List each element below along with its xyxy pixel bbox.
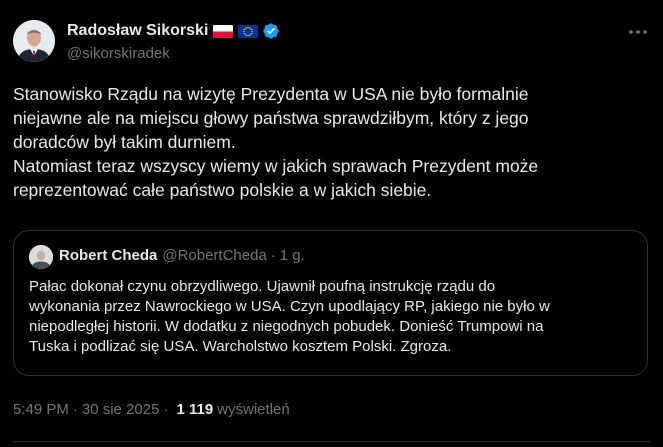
tweet-meta: 5:49 PM · 30 sie 2025 · 1 119 wyświetleń [13, 401, 290, 418]
quoted-text-line: Pałac dokonał czynu obrzydliwego. Ujawni… [29, 278, 496, 295]
tweet-time[interactable]: 5:49 PM [13, 401, 69, 418]
author-name[interactable]: Radosław Sikorski [67, 22, 208, 40]
views-count: 1 119 [176, 401, 214, 418]
quoted-tweet[interactable]: Robert Cheda @RobertCheda · 1 g. Pałac d… [13, 230, 648, 376]
quoted-text-line: Tuska i podlizać się USA. Warcholstwo ko… [29, 338, 452, 355]
quoted-author-avatar[interactable] [29, 245, 53, 269]
author-handle[interactable]: @sikorskiradek [67, 45, 280, 62]
tweet: Radosław Sikorski @sikorskiradek Stanowi… [0, 0, 663, 447]
author-name-row: Radosław Sikorski [67, 20, 280, 42]
quoted-tweet-text: Pałac dokonał czynu obrzydliwego. Ujawni… [29, 277, 634, 357]
tweet-text-line: reprezentować całe państwo polskie a w j… [13, 180, 432, 200]
verified-badge-icon[interactable] [262, 22, 280, 40]
tweet-text-line: Natomiast teraz wszyscy wiemy w jakich s… [13, 156, 539, 176]
views-label: wyświetleń [217, 401, 290, 418]
separator-dot: · [270, 247, 276, 264]
quoted-text-line: wykonania przez Nawrockiego w USA. Czyn … [29, 298, 550, 315]
tweet-date[interactable]: 30 sie 2025 [82, 401, 160, 418]
person-photo-icon [13, 20, 55, 62]
person-photo-icon [29, 245, 53, 269]
quoted-timestamp[interactable]: 1 g. [280, 247, 305, 264]
author-avatar[interactable] [13, 20, 55, 62]
separator-dot: · [163, 401, 169, 418]
more-horizontal-icon [629, 30, 647, 34]
poland-flag-icon [213, 24, 234, 38]
quoted-author-handle[interactable]: @RobertCheda [162, 247, 266, 264]
quoted-text-line: niepodległej historii. W dodatku z niego… [29, 318, 544, 335]
eu-flag-icon [238, 24, 259, 38]
more-options-button[interactable] [626, 22, 650, 42]
tweet-text-line: Stanowisko Rządu na wizytę Prezydenta w … [13, 84, 529, 104]
quoted-author-name[interactable]: Robert Cheda [59, 247, 157, 264]
tweet-text-line: niejawne ale na miejscu głowy państwa sp… [13, 108, 529, 128]
tweet-text-line: doradców był takim durniem. [13, 132, 236, 152]
divider [13, 441, 650, 442]
tweet-text: Stanowisko Rządu na wizytę Prezydenta w … [13, 82, 653, 202]
author-block: Radosław Sikorski @sikorskiradek [67, 20, 280, 62]
quoted-author-row: Robert Cheda @RobertCheda · 1 g. [59, 247, 305, 264]
separator-dot: · [72, 401, 78, 418]
